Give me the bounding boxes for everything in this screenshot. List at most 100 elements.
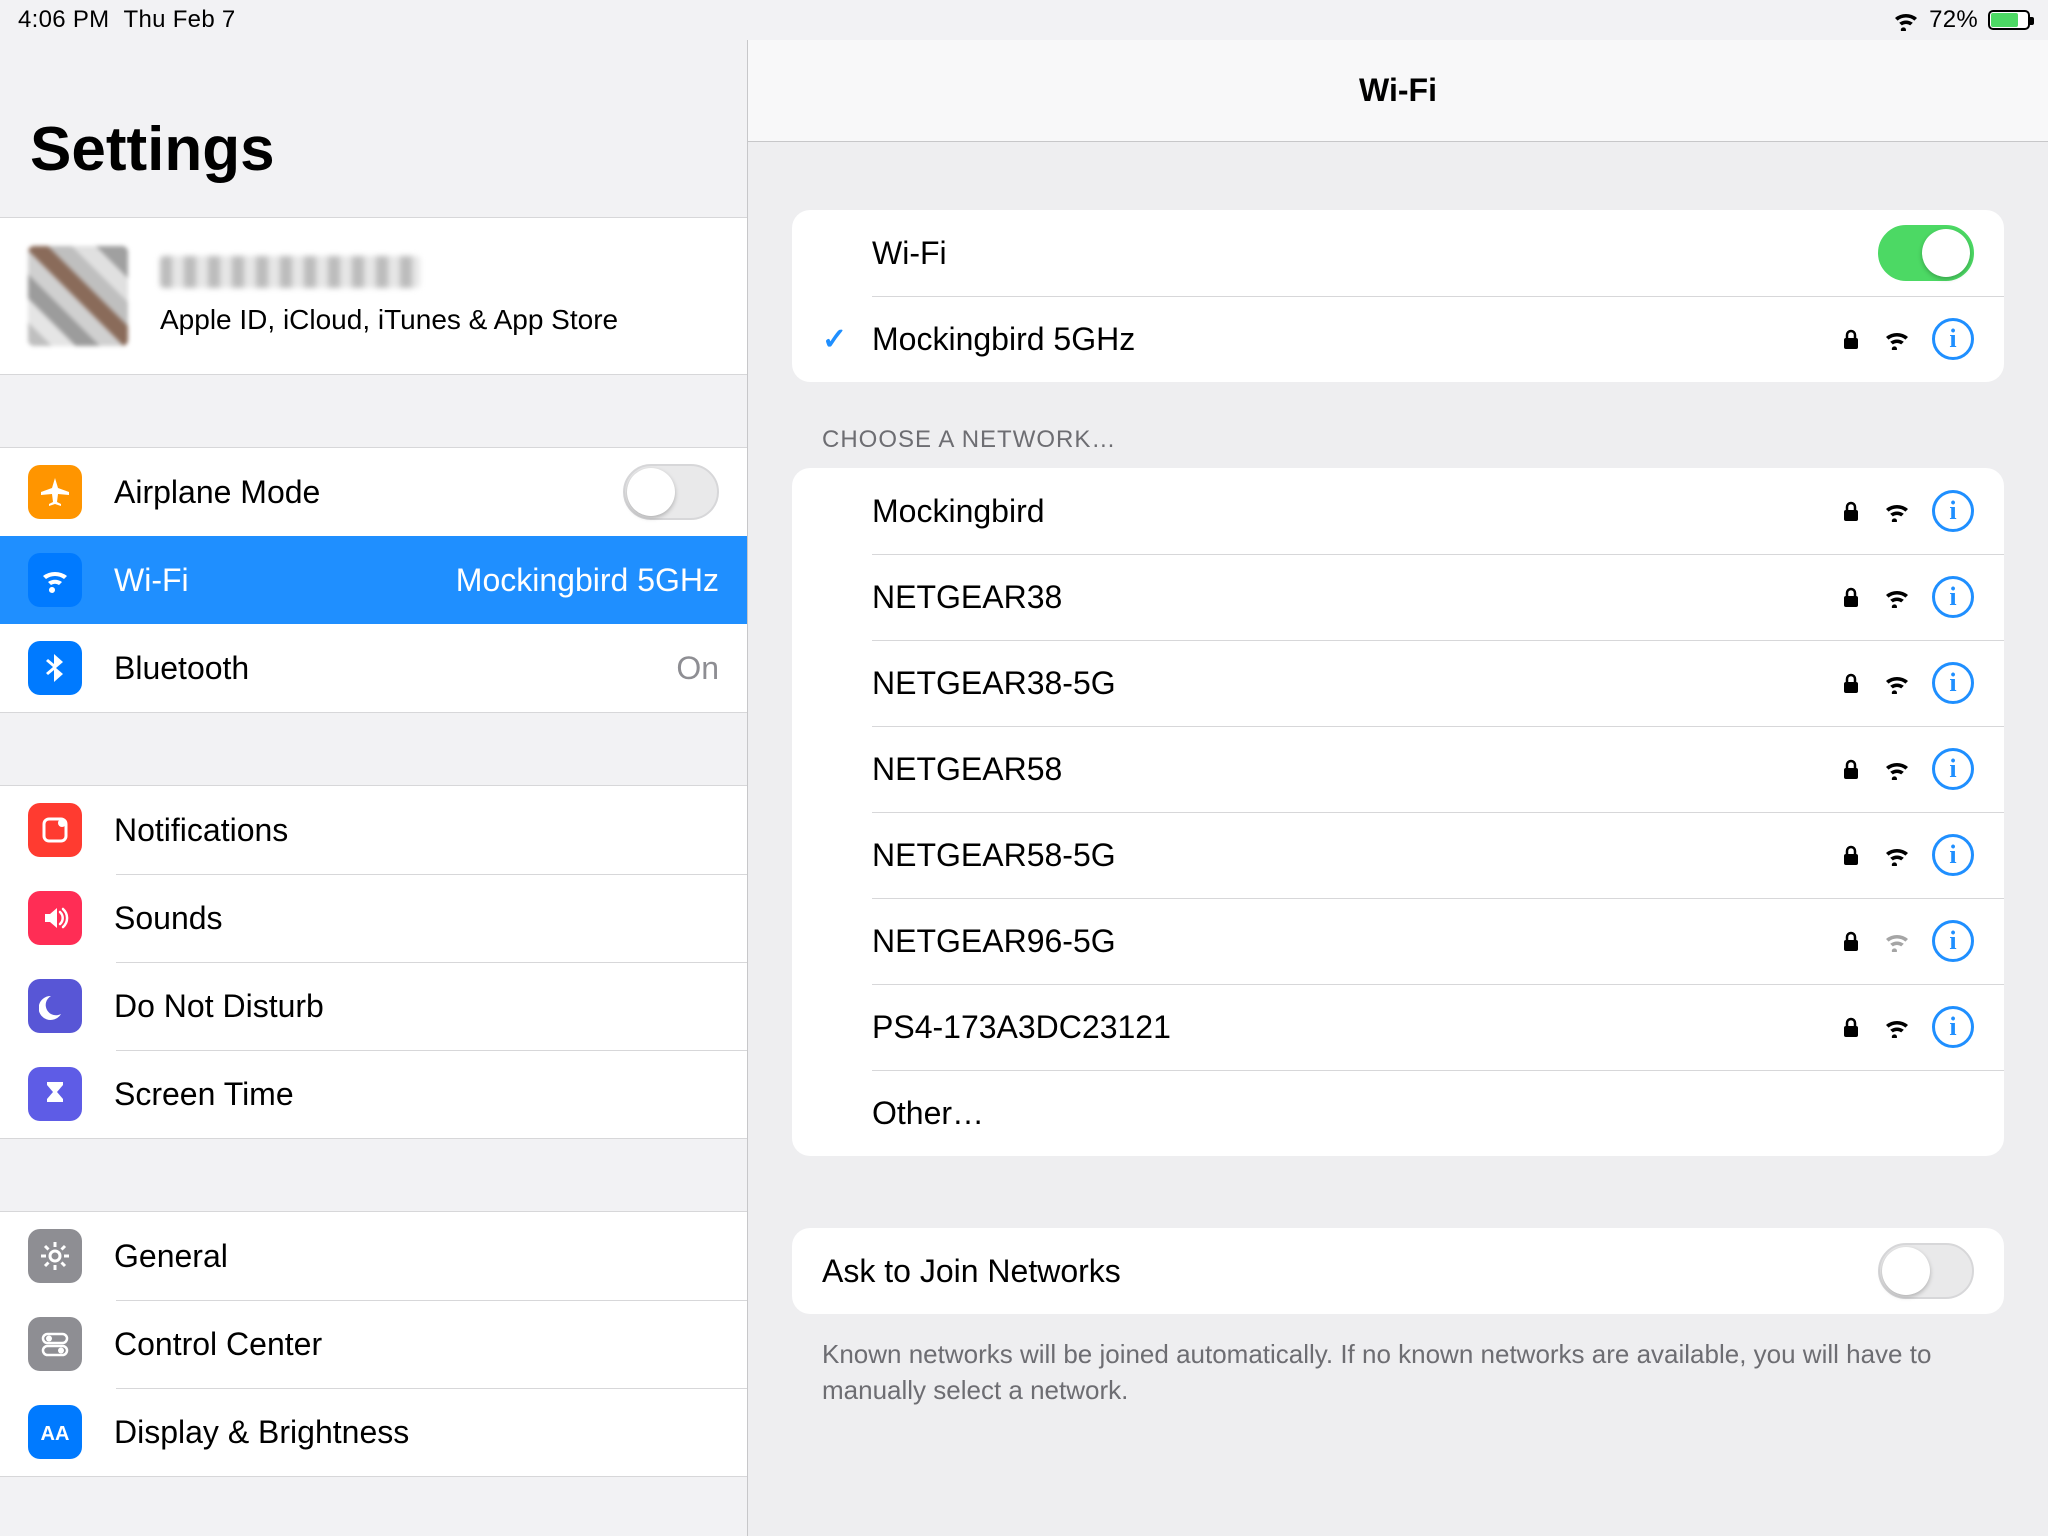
other-network-row[interactable]: Other…: [792, 1070, 2004, 1156]
ask-to-join-footer: Known networks will be joined automatica…: [792, 1314, 2004, 1409]
info-button[interactable]: i: [1932, 576, 1974, 618]
lock-icon: [1840, 844, 1862, 866]
controlcenter-label: Control Center: [114, 1326, 322, 1363]
sidebar-item-bluetooth[interactable]: Bluetooth On: [0, 624, 747, 712]
lock-icon: [1840, 758, 1862, 780]
hourglass-icon: [28, 1067, 82, 1121]
sidebar-item-display-brightness[interactable]: Display & Brightness: [0, 1388, 747, 1476]
wifi-master-label: Wi-Fi: [872, 235, 947, 272]
account-subtitle: Apple ID, iCloud, iTunes & App Store: [160, 304, 618, 336]
network-row[interactable]: NETGEAR58 i: [792, 726, 2004, 812]
network-name: NETGEAR38-5G: [872, 665, 1116, 702]
sounds-icon: [28, 891, 82, 945]
network-name: NETGEAR58: [872, 751, 1062, 788]
sidebar-item-general[interactable]: General: [0, 1212, 747, 1300]
network-row[interactable]: NETGEAR96-5G i: [792, 898, 2004, 984]
gear-icon: [28, 1229, 82, 1283]
network-row[interactable]: NETGEAR38-5G i: [792, 640, 2004, 726]
sidebar-item-control-center[interactable]: Control Center: [0, 1300, 747, 1388]
signal-icon: [1884, 844, 1910, 866]
general-label: General: [114, 1238, 228, 1275]
bluetooth-value: On: [676, 650, 719, 687]
info-button[interactable]: i: [1932, 318, 1974, 360]
airplane-label: Airplane Mode: [114, 474, 320, 511]
other-label: Other…: [872, 1095, 984, 1132]
wifi-label: Wi-Fi: [114, 562, 189, 599]
ask-to-join-label: Ask to Join Networks: [822, 1253, 1121, 1290]
status-wifi-icon: [1893, 9, 1919, 31]
choose-network-header: Choose a Network…: [792, 382, 2004, 468]
status-date: Thu Feb 7: [123, 6, 235, 34]
wifi-value: Mockingbird 5GHz: [456, 562, 719, 599]
connected-network-name: Mockingbird 5GHz: [872, 321, 1135, 358]
airplane-icon: [28, 465, 82, 519]
network-name: NETGEAR38: [872, 579, 1062, 616]
network-name: PS4-173A3DC23121: [872, 1009, 1171, 1046]
network-row[interactable]: Mockingbird i: [792, 468, 2004, 554]
lock-icon: [1840, 1016, 1862, 1038]
connected-network-row[interactable]: ✓ Mockingbird 5GHz i: [792, 296, 2004, 382]
status-battery-pct: 72%: [1929, 6, 1978, 34]
signal-icon: [1884, 586, 1910, 608]
battery-icon: [1988, 10, 2030, 30]
battery-fill: [1991, 13, 2018, 27]
dnd-label: Do Not Disturb: [114, 988, 324, 1025]
info-button[interactable]: i: [1932, 662, 1974, 704]
sidebar-title: Settings: [0, 40, 747, 217]
signal-icon: [1884, 930, 1910, 952]
wifi-toggle[interactable]: [1878, 225, 1974, 281]
info-button[interactable]: i: [1932, 1006, 1974, 1048]
avatar: [28, 246, 128, 346]
wifi-master-row: Wi-Fi: [792, 210, 2004, 296]
info-button[interactable]: i: [1932, 920, 1974, 962]
bluetooth-icon: [28, 641, 82, 695]
account-name-redacted: [160, 256, 420, 288]
signal-icon: [1884, 1016, 1910, 1038]
signal-icon: [1884, 328, 1910, 350]
lock-icon: [1840, 328, 1862, 350]
wifi-icon: [28, 553, 82, 607]
settings-sidebar: Settings Apple ID, iCloud, iTunes & App …: [0, 40, 748, 1536]
display-label: Display & Brightness: [114, 1414, 409, 1451]
checkmark-icon: ✓: [822, 322, 847, 357]
bluetooth-label: Bluetooth: [114, 650, 249, 687]
aa-icon: [28, 1405, 82, 1459]
signal-icon: [1884, 758, 1910, 780]
detail-title: Wi-Fi: [748, 40, 2048, 142]
lock-icon: [1840, 500, 1862, 522]
network-row[interactable]: NETGEAR58-5G i: [792, 812, 2004, 898]
network-row[interactable]: PS4-173A3DC23121 i: [792, 984, 2004, 1070]
network-name: NETGEAR96-5G: [872, 923, 1116, 960]
sidebar-item-airplane-mode[interactable]: Airplane Mode: [0, 448, 747, 536]
sidebar-item-sounds[interactable]: Sounds: [0, 874, 747, 962]
network-name: NETGEAR58-5G: [872, 837, 1116, 874]
sidebar-item-wifi[interactable]: Wi-Fi Mockingbird 5GHz: [0, 536, 747, 624]
networks-list: MockingbirdiNETGEAR38iNETGEAR38-5GiNETGE…: [792, 468, 2004, 1156]
ask-to-join-toggle[interactable]: [1878, 1243, 1974, 1299]
sidebar-item-apple-id[interactable]: Apple ID, iCloud, iTunes & App Store: [0, 218, 747, 374]
ask-to-join-row: Ask to Join Networks: [792, 1228, 2004, 1314]
info-button[interactable]: i: [1932, 490, 1974, 532]
toggles-icon: [28, 1317, 82, 1371]
moon-icon: [28, 979, 82, 1033]
wifi-detail-pane: Wi-Fi Wi-Fi ✓ Mockingbird 5GHz i: [748, 40, 2048, 1536]
airplane-toggle[interactable]: [623, 464, 719, 520]
lock-icon: [1840, 930, 1862, 952]
lock-icon: [1840, 586, 1862, 608]
info-button[interactable]: i: [1932, 834, 1974, 876]
status-time: 4:06 PM: [18, 6, 109, 34]
sidebar-item-screen-time[interactable]: Screen Time: [0, 1050, 747, 1138]
signal-icon: [1884, 672, 1910, 694]
lock-icon: [1840, 672, 1862, 694]
signal-icon: [1884, 500, 1910, 522]
status-bar: 4:06 PM Thu Feb 7 72%: [0, 0, 2048, 40]
sounds-label: Sounds: [114, 900, 223, 937]
notifications-label: Notifications: [114, 812, 288, 849]
network-row[interactable]: NETGEAR38 i: [792, 554, 2004, 640]
network-name: Mockingbird: [872, 493, 1045, 530]
info-button[interactable]: i: [1932, 748, 1974, 790]
sidebar-item-do-not-disturb[interactable]: Do Not Disturb: [0, 962, 747, 1050]
notifications-icon: [28, 803, 82, 857]
screentime-label: Screen Time: [114, 1076, 294, 1113]
sidebar-item-notifications[interactable]: Notifications: [0, 786, 747, 874]
